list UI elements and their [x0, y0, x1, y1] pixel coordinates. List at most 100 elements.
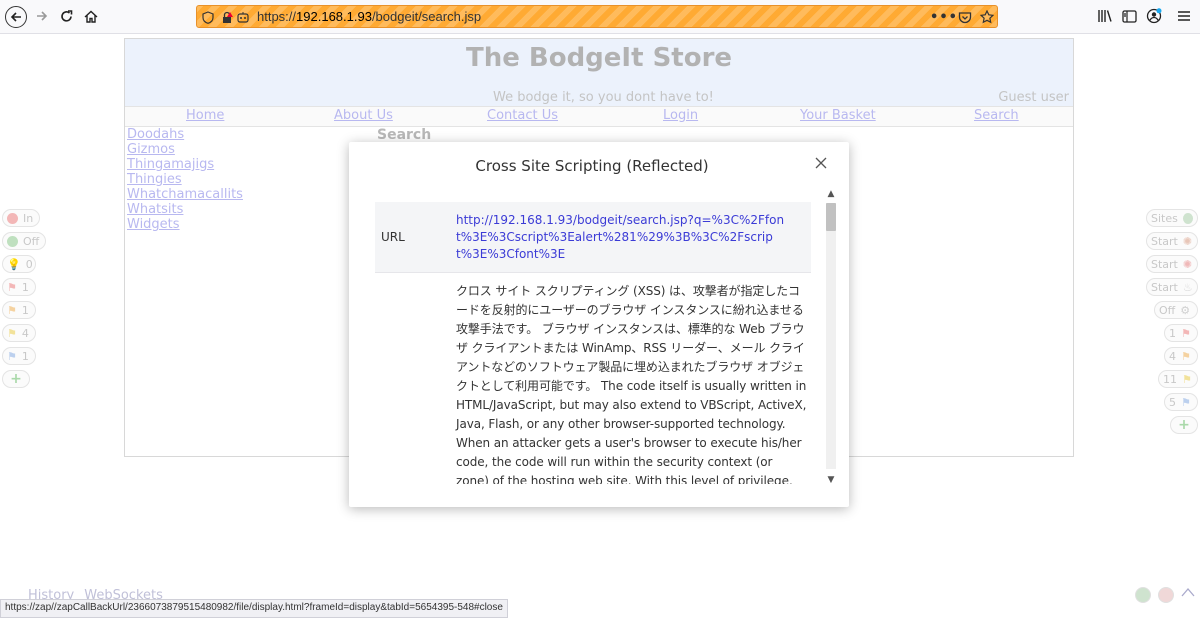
yellow-flag-icon: ⚑: [1182, 372, 1192, 386]
url-path: /bodgeit/search.jsp: [371, 9, 482, 24]
url-text[interactable]: https://192.168.1.93/bodgeit/search.jsp: [257, 9, 481, 24]
store-title: The BodgeIt Store: [465, 43, 733, 73]
ajax-spider-icon: ✺: [1182, 257, 1193, 271]
store-tagline: We bodge it, so you dont have to!: [493, 90, 714, 105]
hud-site-high-alerts-button[interactable]: 1 ⚑: [1164, 324, 1198, 342]
bookmark-star-icon[interactable]: [979, 9, 995, 25]
category-sidebar: Doodahs Gizmos Thingamajigs Thingies Wha…: [127, 127, 243, 232]
blue-flag-icon: ⚑: [1181, 395, 1191, 409]
hud-sites-button[interactable]: Sites: [1146, 209, 1198, 227]
category-doodahs[interactable]: Doodahs: [127, 127, 243, 142]
category-whatchamacallits[interactable]: Whatchamacallits: [127, 187, 243, 202]
shield-icon[interactable]: [200, 9, 216, 25]
hud-site-low-alerts-button[interactable]: 11 ⚑: [1158, 370, 1198, 388]
lock-warning-icon[interactable]: [219, 9, 235, 25]
green-circle-icon: [7, 235, 18, 247]
hud-high-alerts-button[interactable]: ⚑ 1: [2, 278, 36, 296]
hud-medium-alerts-button[interactable]: ⚑ 1: [2, 301, 36, 319]
hud-active-scan-start-button[interactable]: Start ♨: [1146, 278, 1198, 296]
hud-break-off-button[interactable]: Off: [2, 232, 46, 250]
spider-icon: ✺: [1182, 234, 1193, 248]
plus-icon: +: [1178, 417, 1190, 433]
hud-low-alerts-button[interactable]: ⚑ 4: [2, 324, 36, 342]
modal-title: Cross Site Scripting (Reflected): [475, 157, 709, 175]
hud-label: 1: [1169, 326, 1176, 340]
orange-flag-icon: ⚑: [1181, 349, 1191, 363]
arrow-left-icon: [10, 12, 21, 22]
page-actions-icon[interactable]: •••: [930, 9, 957, 25]
hud-page-alerts-button[interactable]: 💡 0: [2, 255, 36, 273]
hud-label: Start: [1151, 234, 1178, 248]
address-bar[interactable]: https://192.168.1.93/bodgeit/search.jsp …: [196, 5, 998, 28]
hud-label: In: [23, 211, 34, 225]
blue-flag-icon: ⚑: [7, 349, 17, 363]
browser-toolbar: https://192.168.1.93/bodgeit/search.jsp …: [0, 0, 1200, 34]
home-button[interactable]: [80, 5, 102, 27]
sidebar-button[interactable]: [1118, 5, 1140, 27]
hud-label: Off: [23, 234, 40, 248]
hud-label: 11: [1163, 372, 1177, 386]
hud-label: 0: [25, 257, 33, 271]
hud-info-alerts-button[interactable]: ⚑ 1: [2, 347, 36, 365]
nav-login[interactable]: Login: [663, 108, 698, 123]
hud-site-medium-alerts-button[interactable]: 4 ⚑: [1164, 347, 1198, 365]
nav-search[interactable]: Search: [974, 108, 1019, 123]
library-button[interactable]: [1094, 5, 1116, 27]
hud-ajax-spider-start-button[interactable]: Start ✺: [1146, 255, 1198, 273]
red-flag-icon: ⚑: [1181, 326, 1191, 340]
nav-your-basket[interactable]: Your Basket: [800, 108, 876, 123]
store-header: The BodgeIt Store We bodge it, so you do…: [125, 39, 1073, 106]
url-label: URL: [381, 230, 405, 244]
hud-drawer-icon-2[interactable]: [1158, 587, 1174, 603]
back-button[interactable]: [5, 6, 27, 28]
url-value[interactable]: http://192.168.1.93/bodgeit/search.jsp?q…: [456, 212, 786, 263]
hud-spider-start-button[interactable]: Start ✺: [1146, 232, 1198, 250]
hud-add-tool-right-button[interactable]: +: [1170, 416, 1198, 434]
alert-description: クロス サイト スクリプティング (XSS) は、攻撃者が指定したコードを反射的…: [456, 284, 807, 484]
hud-label: Sites: [1151, 211, 1178, 225]
red-circle-icon: [7, 212, 18, 224]
hamburger-icon: [1178, 11, 1190, 21]
hud-expand-button[interactable]: [1180, 583, 1196, 602]
plus-icon: +: [10, 371, 22, 387]
hud-site-info-alerts-button[interactable]: 5 ⚑: [1164, 393, 1198, 411]
yellow-flag-icon: ⚑: [7, 326, 17, 340]
scrollbar-thumb[interactable]: [826, 203, 836, 231]
category-thingies[interactable]: Thingies: [127, 172, 243, 187]
forward-button[interactable]: [31, 5, 53, 27]
hud-attack-mode-button[interactable]: Off ⚙: [1154, 301, 1198, 319]
green-circle-icon: [1135, 587, 1151, 603]
close-button[interactable]: [815, 152, 827, 172]
modal-scrollbar[interactable]: ▲ ▼: [825, 189, 837, 485]
nav-about-us[interactable]: About Us: [334, 108, 393, 123]
status-bar: https://zap//zapCallBackUrl/236607387951…: [0, 599, 508, 618]
category-whatsits[interactable]: Whatsits: [127, 202, 243, 217]
library-icon: [1098, 10, 1112, 22]
category-gizmos[interactable]: Gizmos: [127, 142, 243, 157]
scroll-up-icon[interactable]: ▲: [825, 189, 837, 199]
alert-details-modal: Cross Site Scripting (Reflected) URL htt…: [349, 142, 849, 507]
orange-flag-icon: ⚑: [7, 303, 17, 317]
hud-scope-in-button[interactable]: In: [2, 209, 40, 227]
hud-drawer-icon-1[interactable]: [1135, 587, 1151, 603]
scrollbar-track[interactable]: [826, 203, 836, 469]
category-widgets[interactable]: Widgets: [127, 217, 243, 232]
reload-button[interactable]: [55, 5, 77, 27]
nav-contact-us[interactable]: Contact Us: [487, 108, 558, 123]
category-thingamajigs[interactable]: Thingamajigs: [127, 157, 243, 172]
store-nav: Home About Us Contact Us Login Your Bask…: [125, 106, 1073, 127]
menu-button[interactable]: [1173, 5, 1195, 27]
hud-label: 5: [1169, 395, 1176, 409]
account-button[interactable]: [1143, 5, 1165, 27]
hud-add-tool-left-button[interactable]: +: [2, 370, 30, 388]
scroll-down-icon[interactable]: ▼: [825, 475, 837, 485]
close-icon: [815, 157, 827, 169]
bulb-icon: 💡: [7, 257, 21, 271]
account-icon: [1146, 8, 1162, 24]
nav-home[interactable]: Home: [186, 108, 224, 123]
pocket-icon[interactable]: [957, 9, 973, 25]
home-icon: [84, 10, 98, 23]
robot-icon[interactable]: [235, 9, 251, 25]
chevron-up-icon: [1181, 588, 1195, 597]
reload-icon: [60, 9, 72, 22]
